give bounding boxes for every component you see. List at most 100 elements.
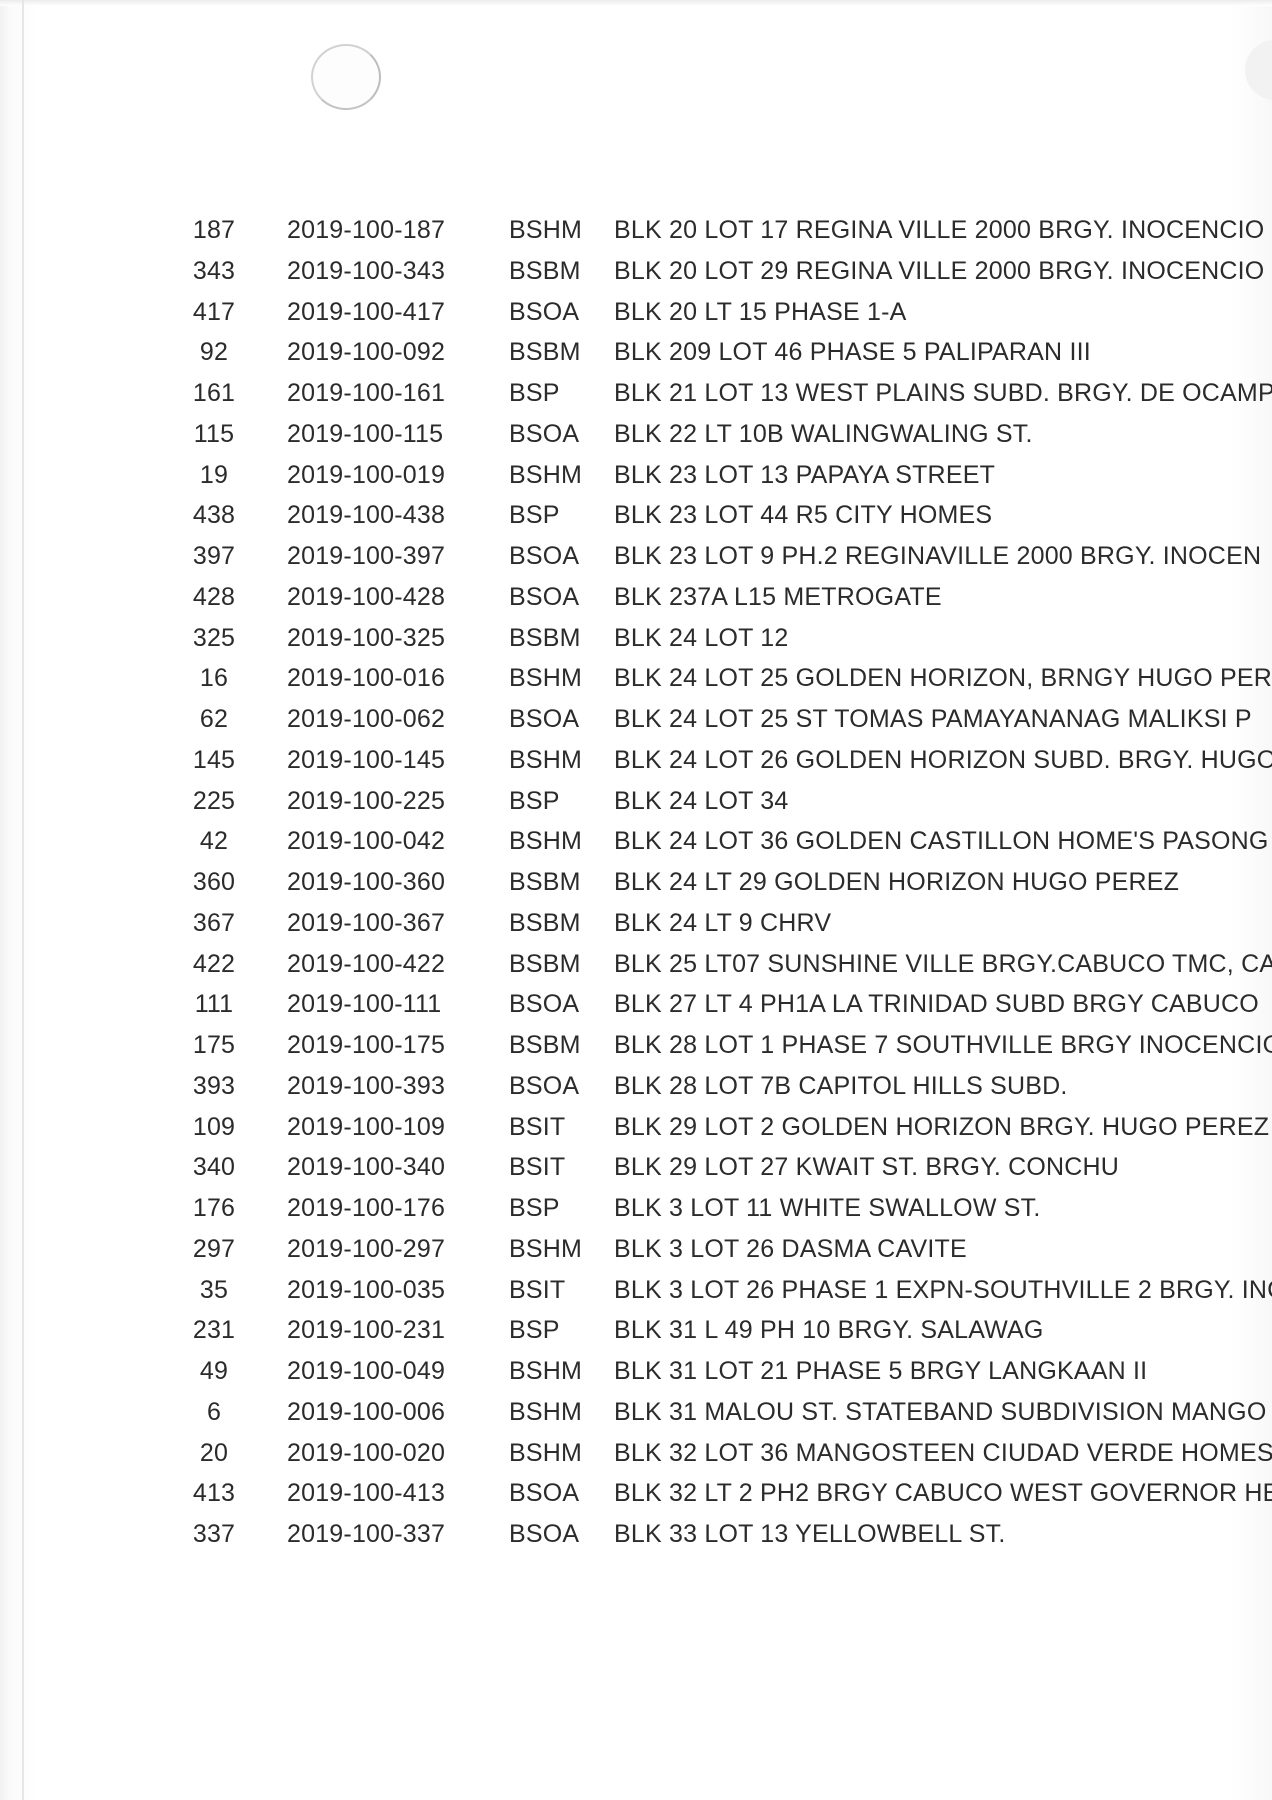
- row-number: 417: [192, 297, 236, 326]
- table-row: 325 2019-100-325 BSBM BLK 24 LOT 12: [0, 618, 1272, 659]
- table-row: 16 2019-100-016 BSHM BLK 24 LOT 25 GOLDEN H…: [0, 658, 1272, 699]
- address: BLK 20 LOT 17 REGINA VILLE 2000 BRGY. IN…: [614, 216, 1265, 244]
- table-row: 92 2019-100-092 BSBM BLK 209 LOT 46 PHASE 5…: [0, 332, 1272, 373]
- row-number: 422: [192, 949, 236, 978]
- row-number: 6: [206, 1397, 222, 1426]
- address: BLK 24 LOT 12: [614, 623, 789, 652]
- program-code: BSP: [509, 786, 560, 815]
- table-row: 337 2019-100-337 BSOA BLK 33 LOT 13 YELLOWB…: [0, 1514, 1272, 1555]
- address: BLK 23 LOT 13 PAPAYA STREET: [614, 460, 996, 489]
- student-id: 2019-100-231: [287, 1316, 446, 1345]
- program-code: BSIT: [509, 1153, 566, 1182]
- table-row: 49 2019-100-049 BSHM BLK 31 LOT 21 PHASE 5 …: [0, 1351, 1272, 1392]
- table-row: 175 2019-100-175 BSBM BLK 28 LOT 1 PHASE 7 …: [0, 1025, 1272, 1066]
- row-number: 92: [199, 338, 229, 367]
- table-row: 343 2019-100-343 BSBM BLK 20 LOT 29 REGINA …: [0, 251, 1272, 292]
- table-row: 438 2019-100-438 BSP BLK 23 LOT 44 R5 CITY …: [0, 495, 1272, 536]
- student-id: 2019-100-340: [287, 1153, 446, 1182]
- student-id: 2019-100-175: [287, 1031, 446, 1059]
- address: BLK 3 LOT 26 PHASE 1 EXPN-SOUTHVILLE 2 B…: [614, 1275, 1272, 1304]
- student-id: 2019-100-438: [287, 501, 446, 530]
- address: BLK 29 LOT 27 KWAIT ST. BRGY. CONCHU: [614, 1153, 1120, 1182]
- row-number: 35: [199, 1275, 229, 1304]
- program-code: BSHM: [509, 1357, 583, 1385]
- table-row: 187 2019-100-187 BSHM BLK 20 LOT 17 REGINA …: [0, 210, 1272, 251]
- program-code: BSHM: [509, 664, 583, 693]
- address: BLK 29 LOT 2 GOLDEN HORIZON BRGY. HUGO P…: [614, 1112, 1270, 1141]
- address: BLK 20 LT 15 PHASE 1-A: [614, 297, 907, 326]
- address: BLK 32 LOT 36 MANGOSTEEN CIUDAD VERDE HO…: [614, 1438, 1272, 1467]
- student-id: 2019-100-360: [287, 868, 446, 896]
- row-number: 393: [192, 1071, 236, 1100]
- row-number: 16: [199, 664, 229, 693]
- table-row: 413 2019-100-413 BSOA BLK 32 LT 2 PH2 BRGY …: [0, 1473, 1272, 1514]
- student-id: 2019-100-225: [287, 786, 446, 815]
- address: BLK 24 LOT 34: [614, 786, 789, 815]
- program-code: BSHM: [509, 745, 583, 774]
- address: BLK 31 L 49 PH 10 BRGY. SALAWAG: [614, 1316, 1044, 1345]
- student-id: 2019-100-109: [287, 1112, 446, 1141]
- table-row: 161 2019-100-161 BSP BLK 21 LOT 13 WEST PLA…: [0, 373, 1272, 414]
- table-row: 360 2019-100-360 BSBM BLK 24 LT 29 GOLDEN H…: [0, 862, 1272, 903]
- table-row: 422 2019-100-422 BSBM BLK 25 LT07 SUNSHINE …: [0, 944, 1272, 985]
- table-row: 176 2019-100-176 BSP BLK 3 LOT 11 WHITE SWA…: [0, 1188, 1272, 1229]
- student-id: 2019-100-062: [287, 705, 446, 733]
- row-number: 428: [192, 582, 236, 611]
- row-number: 20: [199, 1438, 229, 1467]
- student-id: 2019-100-393: [287, 1071, 446, 1100]
- table-row: 367 2019-100-367 BSBM BLK 24 LT 9 CHRV: [0, 903, 1272, 944]
- address: BLK 20 LOT 29 REGINA VILLE 2000 BRGY. IN…: [614, 256, 1265, 285]
- student-id: 2019-100-417: [287, 297, 446, 326]
- student-id: 2019-100-020: [287, 1438, 446, 1467]
- program-code: BSBM: [509, 256, 581, 285]
- table-row: 225 2019-100-225 BSP BLK 24 LOT 34: [0, 781, 1272, 822]
- program-code: BSP: [509, 501, 560, 530]
- address: BLK 21 LOT 13 WEST PLAINS SUBD. BRGY. DE…: [614, 379, 1272, 407]
- row-number: 397: [192, 542, 236, 570]
- program-code: BSOA: [509, 705, 580, 733]
- program-code: BSP: [509, 1316, 560, 1345]
- row-number: 145: [192, 745, 236, 774]
- row-number: 231: [192, 1316, 236, 1345]
- student-id: 2019-100-413: [287, 1479, 446, 1508]
- row-number: 367: [192, 908, 236, 937]
- table-row: 231 2019-100-231 BSP BLK 31 L 49 PH 10 BRGY…: [0, 1310, 1272, 1351]
- address: BLK 27 LT 4 PH1A LA TRINIDAD SUBD BRGY C…: [614, 990, 1259, 1019]
- table-row: 115 2019-100-115 BSOA BLK 22 LT 10B WALINGW…: [0, 414, 1272, 455]
- address: BLK 24 LOT 25 ST TOMAS PAMAYANANAG MALIK…: [614, 705, 1252, 733]
- address: BLK 32 LT 2 PH2 BRGY CABUCO WEST GOVERNO…: [614, 1479, 1272, 1508]
- program-code: BSOA: [509, 419, 580, 448]
- address: BLK 22 LT 10B WALINGWALING ST.: [614, 419, 1033, 448]
- program-code: BSOA: [509, 990, 580, 1019]
- row-number: 297: [192, 1234, 236, 1263]
- table-row: 397 2019-100-397 BSOA BLK 23 LOT 9 PH.2 REG…: [0, 536, 1272, 577]
- table-row: 428 2019-100-428 BSOA BLK 237A L15 METROGAT…: [0, 577, 1272, 618]
- table-row: 109 2019-100-109 BSIT BLK 29 LOT 2 GOLDEN H…: [0, 1107, 1272, 1148]
- row-number: 42: [199, 827, 229, 856]
- program-code: BSOA: [509, 542, 580, 570]
- student-id: 2019-100-187: [287, 216, 446, 244]
- student-id: 2019-100-297: [287, 1234, 446, 1263]
- student-id: 2019-100-337: [287, 1520, 446, 1548]
- address: BLK 3 LOT 11 WHITE SWALLOW ST.: [614, 1194, 1041, 1222]
- punch-hole-icon: [311, 44, 381, 110]
- address: BLK 25 LT07 SUNSHINE VILLE BRGY.CABUCO T…: [614, 949, 1272, 978]
- student-id: 2019-100-161: [287, 379, 446, 407]
- table-row: 35 2019-100-035 BSIT BLK 3 LOT 26 PHASE 1 E…: [0, 1270, 1272, 1311]
- row-number: 360: [192, 868, 236, 896]
- student-id: 2019-100-325: [287, 623, 446, 652]
- student-id: 2019-100-176: [287, 1194, 446, 1222]
- row-number: 115: [193, 419, 235, 448]
- program-code: BSOA: [509, 297, 580, 326]
- address: BLK 237A L15 METROGATE: [614, 582, 942, 611]
- student-id: 2019-100-367: [287, 908, 446, 937]
- table-row: 340 2019-100-340 BSIT BLK 29 LOT 27 KWAIT S…: [0, 1147, 1272, 1188]
- row-number: 438: [192, 501, 236, 530]
- program-code: BSP: [509, 379, 560, 407]
- row-number: 19: [199, 460, 229, 489]
- student-id: 2019-100-397: [287, 542, 446, 570]
- row-number: 413: [192, 1479, 236, 1508]
- table-row: 393 2019-100-393 BSOA BLK 28 LOT 7B CAPITOL…: [0, 1066, 1272, 1107]
- student-id: 2019-100-006: [287, 1397, 446, 1426]
- row-number: 343: [192, 256, 236, 285]
